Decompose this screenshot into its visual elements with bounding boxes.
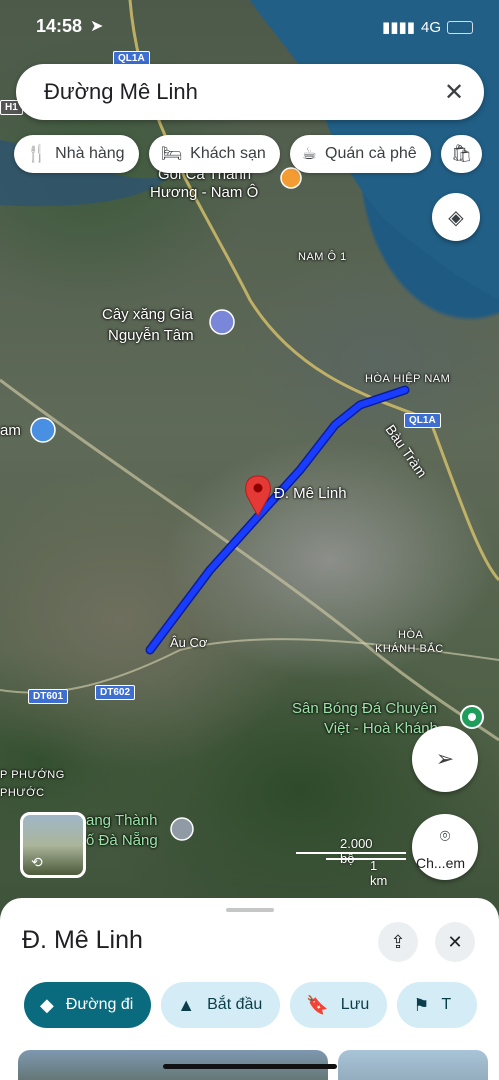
- chip-shopping[interactable]: 🛍: [440, 135, 483, 173]
- chip-label: Nhà hàng: [55, 145, 125, 162]
- poi-label: ang Thành: [86, 812, 158, 829]
- place-sheet[interactable]: Đ. Mê Linh ⇪ ✕ ◆ Đường đi ▲ Bắt đầu 🔖 Lư…: [0, 898, 499, 1080]
- action-label: Đường đi: [65, 996, 134, 1013]
- status-time: 14:58: [36, 16, 83, 36]
- area-label: HÒA: [398, 629, 424, 641]
- battery-icon: [447, 20, 473, 34]
- action-label: Lưu: [340, 996, 370, 1013]
- bookmark-icon: 🔖: [306, 994, 329, 1015]
- chip-hotels[interactable]: 🛏 Khách sạn: [148, 135, 280, 173]
- street-label: Âu Cơ: [170, 635, 208, 650]
- start-button[interactable]: ▲ Bắt đầu: [161, 982, 281, 1028]
- area-label: P PHƯỚNG: [0, 769, 65, 781]
- landmark-marker-icon[interactable]: [170, 817, 194, 841]
- poi-label: am: [0, 422, 21, 439]
- action-buttons: ◆ Đường đi ▲ Bắt đầu 🔖 Lưu ⚑ T: [24, 982, 478, 1028]
- coffee-icon: ☕: [301, 144, 318, 163]
- signal-icon: ▮▮▮▮: [381, 19, 415, 36]
- road-shield: DT602: [95, 685, 136, 700]
- poi-label: ố Đà Nẵng: [86, 832, 158, 849]
- pin-label: Đ. Mê Linh: [274, 485, 347, 502]
- road-shield: DT601: [28, 689, 69, 704]
- route-outline: [145, 385, 410, 655]
- drag-handle[interactable]: [226, 908, 274, 912]
- home-indicator: [163, 1064, 337, 1069]
- poi-label: Sân Bóng Đá Chuyên: [292, 700, 438, 717]
- directions-button[interactable]: ◆ Đường đi: [24, 982, 152, 1028]
- action-label: Bắt đầu: [207, 996, 263, 1013]
- search-bar[interactable]: Đường Mê Linh ✕: [16, 64, 484, 120]
- highway-shield: QL1A: [404, 413, 441, 428]
- share-icon: ⇪: [390, 931, 406, 952]
- share-button[interactable]: ⇪: [378, 922, 418, 962]
- action-label: T: [441, 996, 452, 1013]
- status-bar: 14:58 ➤ ▮▮▮▮ 4G: [0, 10, 499, 46]
- close-sheet-button[interactable]: ✕: [435, 922, 475, 962]
- camera-icon: ⌾: [439, 826, 451, 846]
- area-label: NAM Ô 1: [298, 251, 347, 263]
- directions-icon: ◆: [40, 994, 54, 1015]
- camera-button-label: Ch...em: [416, 855, 466, 871]
- poi-label: Việt - Hoà Khánh: [324, 720, 438, 737]
- layers-icon: ◈: [448, 206, 464, 229]
- navigation-icon: ▲: [177, 994, 196, 1015]
- photo-thumbnail[interactable]: [338, 1050, 488, 1080]
- scale-line: [296, 852, 406, 854]
- street-view-rotate-icon: ⟲: [31, 854, 43, 870]
- category-chips: 🍴 Nhà hàng 🛏 Khách sạn ☕ Quán cà phê 🛍: [14, 135, 483, 173]
- search-query[interactable]: Đường Mê Linh: [44, 79, 432, 105]
- scale-label-bottom: 1 km: [370, 858, 388, 888]
- chip-coffee[interactable]: ☕ Quán cà phê: [289, 135, 431, 173]
- shopping-marker-icon[interactable]: [30, 417, 56, 443]
- place-title: Đ. Mê Linh: [22, 926, 143, 954]
- close-icon[interactable]: ✕: [432, 70, 476, 114]
- area-label: HÒA HIỆP NAM: [365, 373, 451, 385]
- chip-restaurants[interactable]: 🍴 Nhà hàng: [14, 135, 139, 173]
- chip-label: Quán cà phê: [325, 145, 417, 162]
- location-arrow-icon: ➤: [90, 18, 104, 35]
- street-view-thumbnail[interactable]: ⟲: [20, 812, 86, 878]
- scale-label-top: 2.000 bộ: [340, 836, 373, 866]
- shopping-bag-icon: 🛍: [450, 144, 473, 163]
- status-right: ▮▮▮▮ 4G: [382, 18, 473, 36]
- scale-line: [326, 858, 406, 860]
- gas-station-marker-icon[interactable]: [209, 309, 235, 335]
- restaurant-icon: 🍴: [26, 144, 48, 163]
- flag-icon: ⚑: [413, 994, 430, 1015]
- save-button[interactable]: 🔖 Lưu: [290, 982, 388, 1028]
- poi-label: Nguyễn Tâm: [108, 327, 194, 344]
- area-label: KHÁNH BẮC: [375, 643, 444, 655]
- poi-label: Hương - Nam Ô: [150, 184, 259, 201]
- hotel-icon: 🛏: [160, 144, 183, 163]
- layers-button[interactable]: ◈: [432, 193, 480, 241]
- poi-label: Cây xăng Gia: [102, 306, 193, 323]
- road-line: [0, 378, 499, 742]
- area-label: PHƯỚC: [0, 787, 45, 799]
- label-button[interactable]: ⚑ T: [397, 982, 478, 1028]
- network-label: 4G: [420, 18, 441, 36]
- navigation-arrow-icon: ➢: [435, 746, 455, 771]
- my-location-button[interactable]: ➢: [412, 726, 478, 792]
- close-icon: ✕: [447, 931, 463, 952]
- route-line[interactable]: [147, 387, 408, 653]
- chip-label: Khách sạn: [190, 145, 266, 162]
